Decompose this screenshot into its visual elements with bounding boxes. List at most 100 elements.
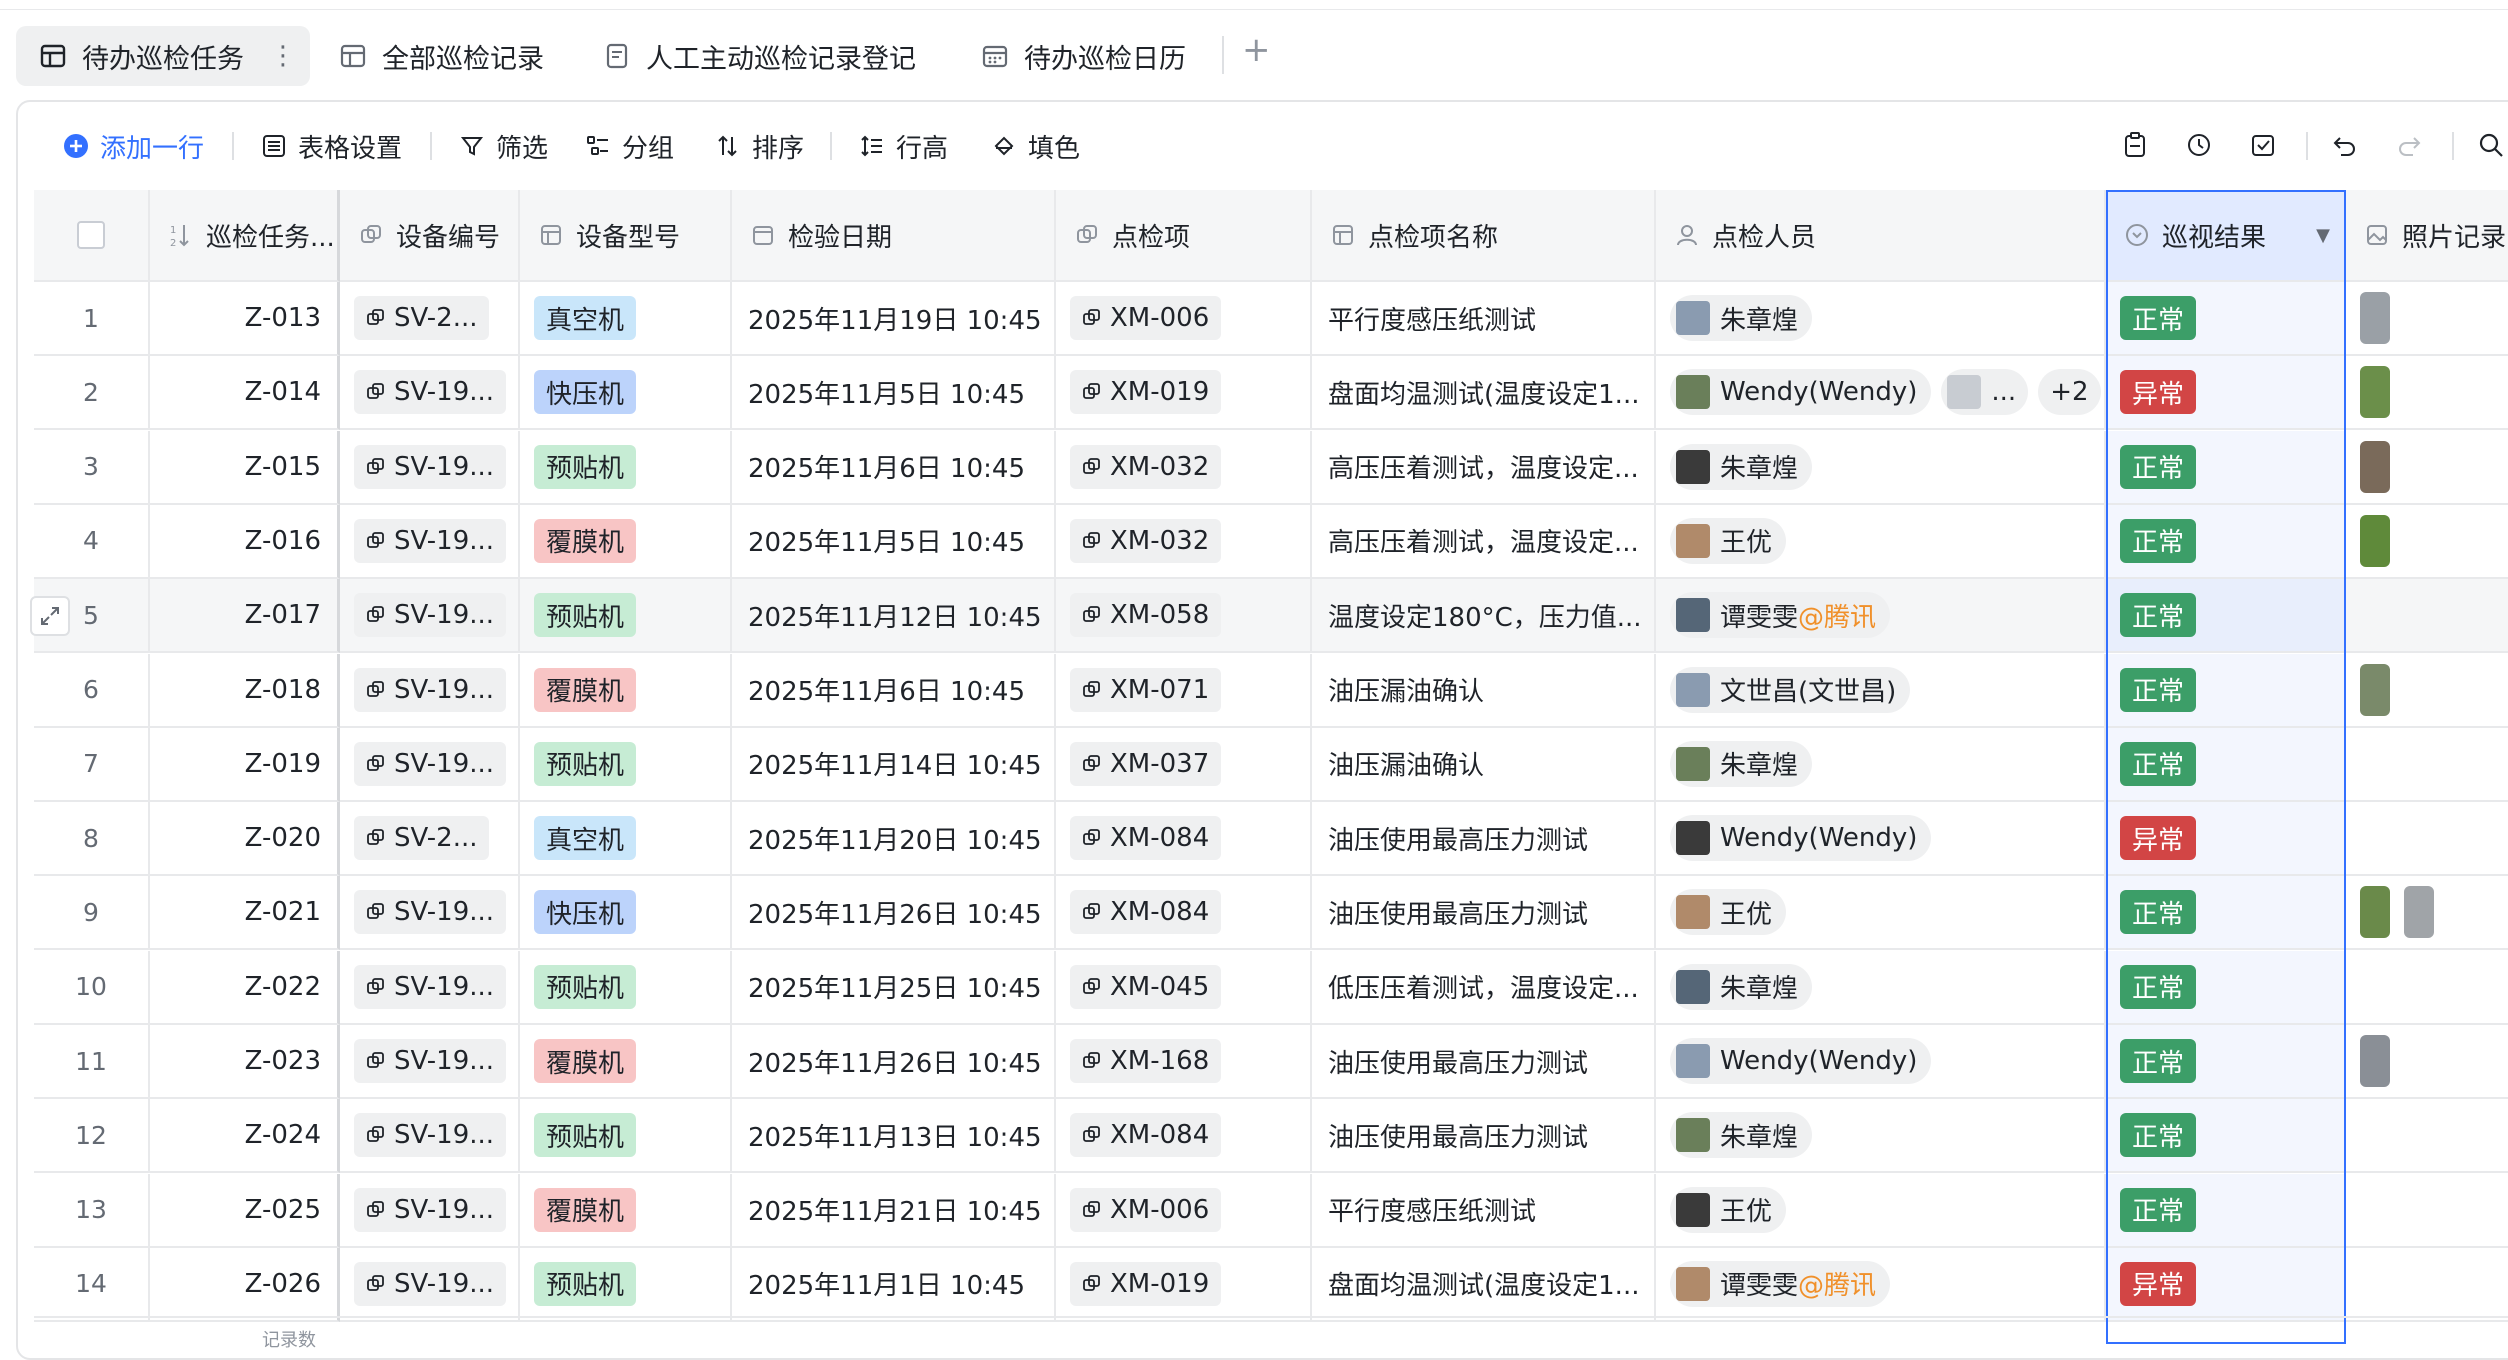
task-cell[interactable]: Z-023 xyxy=(150,1025,340,1099)
check-item-name-cell[interactable]: 低压压着测试，温度设定... xyxy=(1312,950,1656,1025)
person-chip-more[interactable]: ... xyxy=(1941,369,2029,416)
col-header-device-no[interactable]: 设备编号 xyxy=(340,190,520,282)
person-chip[interactable]: 文世昌(文世昌) xyxy=(1670,666,1911,713)
photo-thumbnail[interactable] xyxy=(2404,886,2434,939)
check-date-cell[interactable]: 2025年11月20日 10:45 xyxy=(732,802,1056,877)
device-no-cell[interactable]: SV-19... xyxy=(340,579,520,654)
task-cell[interactable]: Z-017 xyxy=(150,579,340,654)
device-link-chip[interactable]: SV-19... xyxy=(354,518,507,563)
check-item-name-cell[interactable]: 油压使用最高压力测试 xyxy=(1312,802,1656,877)
check-item-cell[interactable]: XM-032 xyxy=(1056,504,1312,579)
check-item-cell[interactable]: XM-084 xyxy=(1056,802,1312,877)
device-link-chip[interactable]: SV-19... xyxy=(354,1039,507,1083)
col-header-check-item[interactable]: 点检项 xyxy=(1056,190,1312,282)
row-number[interactable]: 7 xyxy=(34,727,150,802)
person-chip[interactable]: 谭雯雯 @腾讯 xyxy=(1670,592,1891,639)
device-link-chip[interactable]: SV-19... xyxy=(354,1187,507,1232)
photo-thumbnail[interactable] xyxy=(2360,514,2390,567)
check-date-cell[interactable]: 2025年11月14日 10:45 xyxy=(732,727,1056,802)
person-chip[interactable]: Wendy(Wendy) xyxy=(1670,815,1932,862)
row-number[interactable]: 12 xyxy=(34,1099,150,1174)
select-all-checkbox[interactable] xyxy=(77,221,105,249)
inspector-cell[interactable]: 谭雯雯 @腾讯 xyxy=(1656,579,2106,654)
group-button[interactable]: 分组 xyxy=(584,126,674,166)
photo-thumbnail[interactable] xyxy=(2360,663,2390,716)
device-model-cell[interactable]: 覆膜机 xyxy=(520,653,732,728)
check-item-link-chip[interactable]: XM-168 xyxy=(1070,1039,1222,1083)
check-item-cell[interactable]: XM-084 xyxy=(1056,1099,1312,1174)
check-item-link-chip[interactable]: XM-045 xyxy=(1070,964,1222,1009)
device-model-cell[interactable]: 预贴机 xyxy=(520,430,732,505)
check-item-cell[interactable]: XM-006 xyxy=(1056,282,1312,356)
inspector-cell[interactable]: Wendy(Wendy)... +2 xyxy=(1656,356,2106,431)
person-chip[interactable]: 朱章煌 xyxy=(1670,443,1813,490)
check-item-name-cell[interactable]: 高压压着测试，温度设定... xyxy=(1312,430,1656,505)
person-chip[interactable]: 谭雯雯 @腾讯 xyxy=(1670,1260,1891,1307)
row-number[interactable]: 4 xyxy=(34,504,150,579)
clipboard-icon[interactable] xyxy=(2118,128,2152,162)
device-model-cell[interactable]: 预贴机 xyxy=(520,950,732,1025)
photo-thumbnail[interactable] xyxy=(2360,366,2390,419)
person-chip[interactable]: 朱章煌 xyxy=(1670,1112,1813,1159)
col-header-task[interactable]: 12 巡检任务... xyxy=(150,190,340,282)
device-link-chip[interactable]: SV-19... xyxy=(354,370,507,415)
device-no-cell[interactable]: SV-2... xyxy=(340,802,520,877)
photo-cell[interactable] xyxy=(2346,951,2508,1025)
photo-cell[interactable] xyxy=(2346,431,2508,505)
expand-row-icon[interactable] xyxy=(30,596,70,636)
inspector-cell[interactable]: 谭雯雯 @腾讯 xyxy=(1656,1247,2106,1322)
dropdown-arrow-icon[interactable]: ▼ xyxy=(2316,225,2330,246)
check-item-link-chip[interactable]: XM-084 xyxy=(1070,816,1222,861)
check-date-cell[interactable]: 2025年11月26日 10:45 xyxy=(732,1025,1056,1099)
check-item-link-chip[interactable]: XM-006 xyxy=(1070,296,1222,340)
check-item-cell[interactable]: XM-019 xyxy=(1056,356,1312,431)
col-header-device-model[interactable]: 设备型号 xyxy=(520,190,732,282)
select-all-cell[interactable] xyxy=(34,190,150,282)
check-item-cell[interactable]: XM-071 xyxy=(1056,653,1312,728)
check-item-cell[interactable]: XM-006 xyxy=(1056,1173,1312,1248)
device-link-chip[interactable]: SV-2... xyxy=(354,296,490,340)
row-number[interactable]: 14 xyxy=(34,1247,150,1322)
check-date-cell[interactable]: 2025年11月13日 10:45 xyxy=(732,1099,1056,1174)
more-options-icon[interactable]: ⋮ xyxy=(270,41,296,71)
task-cell[interactable]: Z-016 xyxy=(150,504,340,579)
row-height-button[interactable]: 行高 xyxy=(858,126,948,166)
check-item-link-chip[interactable]: XM-019 xyxy=(1070,1261,1222,1306)
result-cell[interactable]: 正常 xyxy=(2106,504,2346,579)
check-item-cell[interactable]: XM-084 xyxy=(1056,876,1312,951)
photo-cell[interactable] xyxy=(2346,505,2508,579)
photo-cell[interactable] xyxy=(2346,728,2508,802)
task-cell[interactable]: Z-022 xyxy=(150,950,340,1025)
col-header-photo[interactable]: 照片记录 xyxy=(2346,190,2508,282)
inspector-cell[interactable]: 王优 xyxy=(1656,876,2106,951)
device-link-chip[interactable]: SV-19... xyxy=(354,890,507,935)
device-no-cell[interactable]: SV-19... xyxy=(340,653,520,728)
tab-pending-calendar[interactable]: 待办巡检日历 xyxy=(980,26,1186,86)
device-no-cell[interactable]: SV-19... xyxy=(340,1173,520,1248)
device-no-cell[interactable]: SV-19... xyxy=(340,1025,520,1099)
check-item-link-chip[interactable]: XM-019 xyxy=(1070,370,1222,415)
task-cell[interactable]: Z-024 xyxy=(150,1099,340,1174)
sort-button[interactable]: 排序 xyxy=(714,126,804,166)
result-cell[interactable]: 正常 xyxy=(2106,1173,2346,1248)
check-item-link-chip[interactable]: XM-084 xyxy=(1070,1113,1222,1158)
photo-cell[interactable] xyxy=(2346,654,2508,728)
tab-manual-record-form[interactable]: 人工主动巡检记录登记 xyxy=(602,26,916,86)
check-item-name-cell[interactable]: 盘面均温测试(温度设定1... xyxy=(1312,356,1656,431)
check-date-cell[interactable]: 2025年11月21日 10:45 xyxy=(732,1173,1056,1248)
photo-cell[interactable] xyxy=(2346,1099,2508,1174)
check-date-cell[interactable]: 2025年11月12日 10:45 xyxy=(732,579,1056,654)
row-number[interactable]: 8 xyxy=(34,802,150,877)
person-chip[interactable]: Wendy(Wendy) xyxy=(1670,369,1932,416)
device-link-chip[interactable]: SV-19... xyxy=(354,1261,507,1306)
check-date-cell[interactable]: 2025年11月26日 10:45 xyxy=(732,876,1056,951)
device-no-cell[interactable]: SV-19... xyxy=(340,950,520,1025)
person-chip[interactable]: 朱章煌 xyxy=(1670,963,1813,1010)
check-date-cell[interactable]: 2025年11月5日 10:45 xyxy=(732,356,1056,431)
history-icon[interactable] xyxy=(2182,128,2216,162)
device-no-cell[interactable]: SV-19... xyxy=(340,876,520,951)
result-cell[interactable]: 正常 xyxy=(2106,282,2346,356)
photo-cell[interactable] xyxy=(2346,876,2508,951)
task-cell[interactable]: Z-019 xyxy=(150,727,340,802)
check-item-link-chip[interactable]: XM-037 xyxy=(1070,741,1222,786)
